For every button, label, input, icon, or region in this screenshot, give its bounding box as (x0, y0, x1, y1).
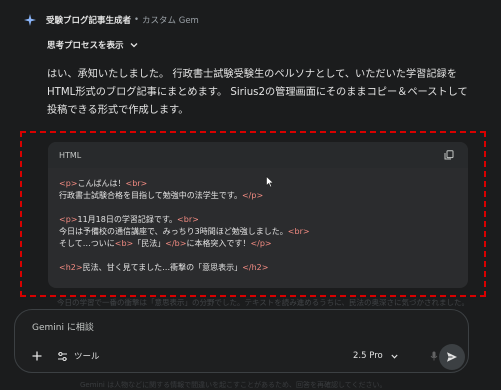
code-tag: <p> (59, 215, 78, 224)
code-tag: <h2> (59, 263, 83, 272)
code-tag: <br> (177, 215, 199, 224)
code-text: 行政書士試験合格を目指して勉強中の法学生です。 (59, 191, 242, 200)
code-tag: <p> (59, 179, 78, 188)
code-text: 11月18日の学習記録です。 (77, 215, 178, 224)
send-button[interactable] (439, 344, 465, 370)
code-text: そして…ついに (59, 239, 115, 248)
microphone-icon (430, 351, 438, 361)
code-line: 行政書士試験合格を目指して勉強中の法学生です。</p> (59, 190, 457, 202)
model-selector[interactable]: 2.5 Pro (353, 348, 398, 364)
code-text: 今日は予備校の通信講座で、みっちり3時間ほど勉強しました。 (59, 227, 288, 236)
tools-label: ツール (74, 352, 100, 362)
code-text: こんばんは！ (77, 179, 126, 188)
show-thinking-toggle[interactable]: 思考プロセスを表示 (47, 38, 138, 52)
code-line: <h2>民法、甘く見てました…衝撃の「意思表示」</h2> (59, 262, 457, 274)
prompt-box: ツール 2.5 Pro (14, 309, 469, 373)
gem-name[interactable]: 受験ブログ記事生成者 (46, 14, 131, 26)
gem-type: カスタム Gem (142, 16, 199, 26)
code-line: <p>11月18日の学習記録です。<br> (59, 214, 457, 226)
chevron-down-icon (391, 354, 398, 359)
copy-code-button[interactable] (442, 148, 456, 162)
mouse-cursor-icon (266, 176, 274, 188)
response-text: はい、承知いたしました。 行政書士試験受験生のペルソナとして、いただいた学習記録… (47, 69, 468, 116)
plus-icon (32, 351, 42, 361)
code-tag: </p> (241, 191, 264, 200)
add-button[interactable] (29, 348, 45, 364)
code-tag: <br> (125, 179, 148, 188)
model-label: 2.5 Pro (353, 351, 383, 361)
faded-response-line: 今日の学習で一番の衝撃は「意思表示」の分野でした。テキストを読み進めるうちに、民… (57, 298, 470, 307)
tools-icon (58, 351, 67, 361)
gem-separator: • (134, 15, 140, 25)
code-tag: </p> (250, 239, 272, 248)
code-block-header: HTML (48, 142, 468, 168)
gem-icon (24, 14, 36, 26)
code-text: 民法、甘く見てました…衝撃の「意思表示」 (82, 263, 243, 272)
code-text: に本格突入です！ (186, 239, 251, 248)
code-tag: <br> (287, 227, 310, 236)
code-tag: </h2> (242, 263, 269, 272)
copy-icon (444, 150, 454, 160)
send-icon (447, 352, 457, 362)
code-language-label: HTML (59, 150, 82, 160)
code-content: <p>こんばんは！<br> 行政書士試験合格を目指して勉強中の法学生です。</p>… (48, 168, 468, 284)
code-tag: </b> (165, 239, 187, 248)
code-line: <p>こんばんは！<br> (59, 178, 457, 190)
gem-header: 受験ブログ記事生成者 • カスタム Gem (24, 10, 491, 30)
code-line: 今日は予備校の通信講座で、みっちり3時間ほど勉強しました。<br> (59, 226, 457, 238)
show-thinking-label: 思考プロセスを表示 (47, 41, 124, 51)
disclaimer-text: Gemini は人物などに関する情報で間違いを起こすことがあるため、回答を再確認… (80, 381, 387, 389)
code-line: そして…ついに<b>「民法」</b>に本格突入です！</p> (59, 238, 457, 250)
tools-button[interactable]: ツール (57, 348, 100, 364)
code-text: 「民法」 (133, 239, 166, 248)
code-tag: <b> (114, 239, 134, 248)
code-block: HTML <p>こんばんは！<br> 行政書士試験合格を目指して勉強中の法学生です… (48, 142, 468, 288)
chevron-down-icon (130, 43, 137, 48)
prompt-input[interactable] (32, 320, 412, 336)
